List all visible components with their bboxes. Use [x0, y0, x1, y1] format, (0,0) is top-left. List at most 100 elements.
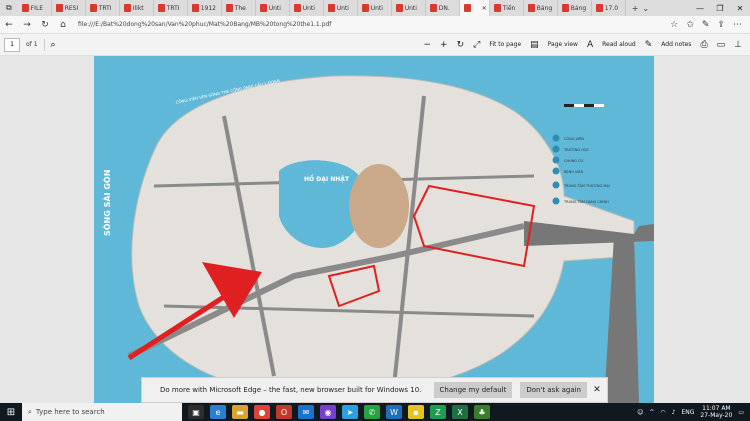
browser-tab[interactable]: Unti: [324, 0, 358, 16]
sticky-notes-icon[interactable]: ▪: [408, 405, 424, 419]
change-default-button[interactable]: Change my default: [433, 382, 513, 398]
pdf-file-icon: [527, 4, 535, 12]
refresh-icon[interactable]: ↻: [36, 20, 54, 30]
volume-icon[interactable]: ♪: [672, 409, 676, 416]
app-icon-purple[interactable]: ◉: [320, 405, 336, 419]
mail-icon[interactable]: ✉: [298, 405, 314, 419]
browser-tab[interactable]: TRTI: [86, 0, 120, 16]
back-icon[interactable]: ←: [0, 20, 18, 30]
tray-expand-icon[interactable]: ^: [649, 409, 654, 416]
add-notes-icon[interactable]: ✎: [645, 40, 653, 50]
tab-actions: + ⌄: [626, 4, 655, 13]
tab-label: TRTI: [98, 4, 112, 12]
page-view-button[interactable]: Page view: [548, 41, 578, 48]
reading-list-icon[interactable]: ✎: [702, 20, 710, 30]
minimize-icon[interactable]: —: [690, 4, 710, 13]
address-bar: ← → ↻ ⌂ file:///E:/Bat%20dong%20san/Van%…: [0, 16, 750, 34]
home-icon[interactable]: ⌂: [54, 20, 72, 30]
read-aloud-icon[interactable]: A: [587, 40, 593, 50]
search-icon[interactable]: ⌕: [51, 40, 56, 50]
edge-icon[interactable]: e: [210, 405, 226, 419]
park-legend-icon: [552, 134, 560, 142]
taskbar-search[interactable]: ⌕ Type here to search: [22, 403, 182, 421]
browser-tab[interactable]: ✕: [459, 0, 490, 16]
dont-ask-again-button[interactable]: Don't ask again: [520, 382, 587, 398]
forward-icon[interactable]: →: [18, 20, 36, 30]
notifications-icon[interactable]: ▭: [738, 409, 744, 416]
favorite-star-icon[interactable]: ☆: [670, 20, 678, 30]
browser-tab[interactable]: Unti: [290, 0, 324, 16]
page-number-input[interactable]: 1: [4, 37, 20, 52]
legend-label-park: CÔNG VIÊN: [564, 136, 584, 141]
tab-label: Tiền: [502, 4, 516, 12]
people-icon[interactable]: ☺: [637, 409, 643, 416]
browser-tab[interactable]: Unti: [256, 0, 290, 16]
pdf-file-icon: [259, 4, 267, 12]
page-view-icon[interactable]: ▤: [530, 40, 539, 50]
game-icon[interactable]: ♣: [474, 405, 490, 419]
pdf-file-icon: [293, 4, 301, 12]
browser-tab[interactable]: 17.0: [592, 0, 626, 16]
pdf-viewer[interactable]: SÔNG SÀI GÒN HỒ ĐẠI NHẬT CÔNG VIÊN VEN S…: [0, 56, 750, 403]
fit-icon[interactable]: ⤢: [473, 40, 480, 50]
rotate-icon[interactable]: ↻: [457, 40, 465, 50]
share-icon[interactable]: ⇪: [717, 20, 725, 30]
more-icon[interactable]: ⋯: [733, 20, 742, 30]
fit-to-page-button[interactable]: Fit to page: [489, 41, 521, 48]
add-notes-button[interactable]: Add notes: [661, 41, 691, 48]
close-tab-icon[interactable]: ✕: [482, 5, 489, 12]
browser-tab[interactable]: TRTI: [154, 0, 188, 16]
file-explorer-icon[interactable]: ▬: [232, 405, 248, 419]
language-indicator[interactable]: ENG: [681, 409, 694, 416]
telegram-icon[interactable]: ➤: [342, 405, 358, 419]
browser-tab[interactable]: Bảng: [524, 0, 558, 16]
zalo-icon[interactable]: Z: [430, 405, 446, 419]
divider: [43, 38, 45, 51]
browser-tab[interactable]: The: [222, 0, 256, 16]
pdf-file-icon: [493, 4, 501, 12]
river-label: SÔNG SÀI GÒN: [101, 170, 112, 236]
close-icon[interactable]: ✕: [730, 4, 750, 13]
new-tab-icon[interactable]: +: [632, 4, 639, 13]
close-banner-icon[interactable]: ✕: [587, 385, 607, 395]
school-legend-icon: [552, 145, 560, 153]
browser-tab[interactable]: Tiền: [490, 0, 524, 16]
print-icon[interactable]: ⎙: [700, 40, 707, 50]
chrome-icon[interactable]: ●: [254, 405, 270, 419]
restore-icon[interactable]: ❐: [710, 4, 730, 13]
pdf-page[interactable]: SÔNG SÀI GÒN HỒ ĐẠI NHẬT CÔNG VIÊN VEN S…: [94, 56, 654, 403]
zoom-in-icon[interactable]: +: [440, 40, 448, 50]
browser-tab[interactable]: Ilikt: [120, 0, 154, 16]
tab-label: 17.0: [604, 4, 619, 12]
tab-list-icon[interactable]: ⌄: [642, 4, 649, 13]
browser-tab[interactable]: Bảng: [558, 0, 592, 16]
word-icon[interactable]: W: [386, 405, 402, 419]
url-field[interactable]: file:///E:/Bat%20dong%20san/Van%20phuc/M…: [72, 21, 670, 28]
browser-tab[interactable]: RESI: [52, 0, 86, 16]
hospital-legend-icon: [552, 167, 560, 175]
start-icon[interactable]: ⊞: [0, 407, 22, 418]
banner-message: Do more with Microsoft Edge – the fast, …: [160, 386, 422, 394]
favorites-icon[interactable]: ✩: [686, 20, 694, 30]
tab-label: RESI: [64, 4, 79, 12]
browser-tab[interactable]: DN.: [426, 0, 460, 16]
browser-tab[interactable]: Unti: [392, 0, 426, 16]
task-view-icon[interactable]: ▣: [188, 405, 204, 419]
pin-icon[interactable]: ⊥: [734, 40, 742, 50]
browser-tab[interactable]: FILE: [18, 0, 52, 16]
pinned-apps: ▣ e ▬ ● O ✉ ◉ ➤ ✆ W ▪ Z X ♣: [182, 405, 490, 419]
pdf-file-icon: [157, 4, 165, 12]
read-aloud-button[interactable]: Read aloud: [602, 41, 636, 48]
save-icon[interactable]: ▭: [717, 40, 726, 50]
browser-tab[interactable]: 1912: [188, 0, 222, 16]
pdf-file-icon: [191, 4, 199, 12]
set-tabs-aside-icon[interactable]: ⧉: [6, 3, 12, 13]
browser-tab[interactable]: Unti: [358, 0, 392, 16]
clock[interactable]: 11:07 AM 27-May-20: [700, 405, 732, 419]
tab-label: The: [234, 4, 246, 12]
excel-icon[interactable]: X: [452, 405, 468, 419]
zoom-out-icon[interactable]: −: [423, 40, 431, 50]
network-icon[interactable]: ◠: [660, 409, 665, 416]
whatsapp-icon[interactable]: ✆: [364, 405, 380, 419]
opera-icon[interactable]: O: [276, 405, 292, 419]
